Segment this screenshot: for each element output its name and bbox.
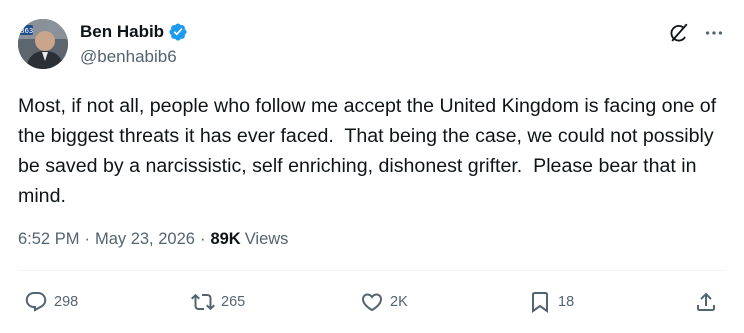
- avatar-photo: 863: [18, 19, 68, 69]
- more-icon[interactable]: [703, 22, 725, 44]
- like-count: 2K: [390, 294, 408, 310]
- bookmark-button[interactable]: 18: [528, 290, 574, 314]
- reply-button[interactable]: 298: [24, 290, 78, 314]
- reply-icon: [25, 292, 47, 312]
- repost-button[interactable]: 265: [191, 290, 245, 314]
- grok-icon[interactable]: [668, 22, 690, 44]
- avatar-badge-text: 863: [20, 27, 33, 35]
- views-label: Views: [244, 230, 289, 248]
- reply-count: 298: [54, 294, 79, 310]
- verified-badge-icon[interactable]: [168, 22, 188, 42]
- repost-icon: [191, 293, 215, 311]
- tweet-meta: 6:52 PM · May 23, 2026 · 89K Views: [18, 230, 288, 249]
- meta-separator: ·: [84, 230, 90, 248]
- tweet-time[interactable]: 6:52 PM: [18, 230, 79, 249]
- bookmark-count: 18: [558, 294, 575, 310]
- author-handle[interactable]: @benhabib6: [80, 47, 177, 67]
- views-count[interactable]: 89K: [210, 230, 240, 249]
- share-icon: [697, 292, 715, 311]
- share-button[interactable]: [694, 290, 718, 314]
- divider: [18, 270, 726, 271]
- bookmark-icon: [532, 292, 548, 313]
- repost-count: 265: [221, 294, 246, 310]
- avatar[interactable]: 863: [18, 19, 68, 69]
- like-icon: [361, 293, 383, 312]
- tweet-date[interactable]: May 23, 2026: [95, 230, 195, 249]
- author-display-name[interactable]: Ben Habib: [80, 22, 164, 42]
- like-button[interactable]: 2K: [360, 290, 408, 314]
- meta-separator: ·: [199, 230, 206, 248]
- tweet-text: Most, if not all, people who follow me a…: [18, 95, 722, 207]
